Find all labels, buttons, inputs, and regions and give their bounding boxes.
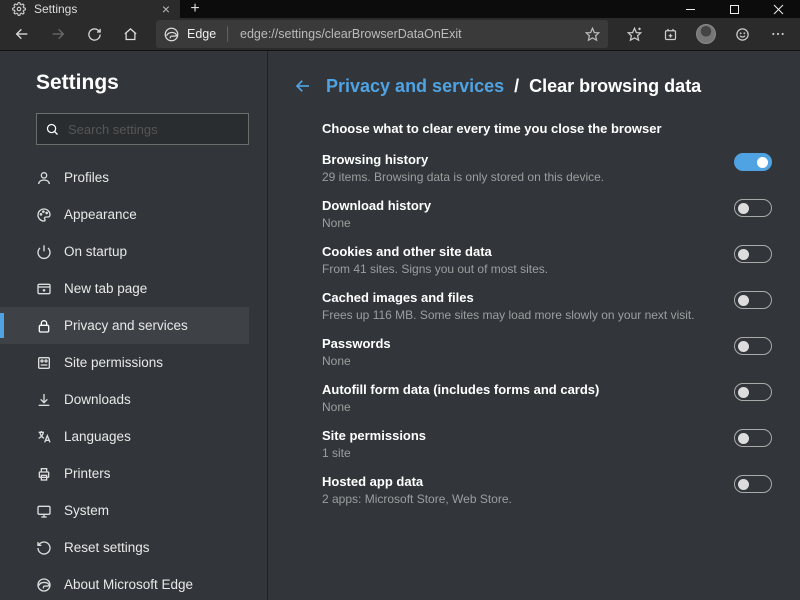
close-window-button[interactable]: [756, 0, 800, 18]
sidebar-item-reset[interactable]: Reset settings: [0, 529, 249, 566]
option-toggle[interactable]: [734, 245, 772, 263]
gear-icon: [12, 2, 26, 16]
option-toggle[interactable]: [734, 429, 772, 447]
favorites-button[interactable]: [618, 18, 650, 50]
settings-sidebar: Settings Profiles Appearance On startup …: [0, 51, 268, 600]
settings-nav: Profiles Appearance On startup New tab p…: [0, 159, 249, 600]
breadcrumb-back-button[interactable]: [290, 73, 316, 99]
sidebar-item-downloads[interactable]: Downloads: [0, 381, 249, 418]
option-title: Cookies and other site data: [322, 244, 714, 259]
option-desc: None: [322, 216, 714, 230]
power-icon: [36, 244, 52, 260]
option-toggle[interactable]: [734, 153, 772, 171]
sidebar-item-languages[interactable]: Languages: [0, 418, 249, 455]
feedback-button[interactable]: [726, 18, 758, 50]
option-row: Browsing history 29 items. Browsing data …: [322, 152, 772, 184]
option-row: Cached images and files Frees up 116 MB. …: [322, 290, 772, 322]
breadcrumb: Privacy and services / Clear browsing da…: [290, 73, 772, 99]
sidebar-item-profiles[interactable]: Profiles: [0, 159, 249, 196]
system-icon: [36, 503, 52, 519]
avatar-icon: [696, 24, 716, 44]
edge-icon: [36, 577, 52, 593]
breadcrumb-parent[interactable]: Privacy and services: [326, 76, 504, 97]
option-toggle[interactable]: [734, 199, 772, 217]
settings-main: Privacy and services / Clear browsing da…: [268, 51, 800, 600]
sidebar-item-privacy[interactable]: Privacy and services: [0, 307, 249, 344]
option-desc: Frees up 116 MB. Some sites may load mor…: [322, 308, 714, 322]
close-tab-icon[interactable]: ×: [162, 1, 170, 17]
edge-logo-icon: [164, 27, 179, 42]
sidebar-item-sitepermissions[interactable]: Site permissions: [0, 344, 249, 381]
option-desc: None: [322, 400, 714, 414]
search-input[interactable]: [68, 122, 244, 137]
sidebar-item-printers[interactable]: Printers: [0, 455, 249, 492]
settings-content: Settings Profiles Appearance On startup …: [0, 51, 800, 600]
browser-window: Settings × + Edge │ edge://settings/clea…: [0, 0, 800, 600]
section-subhead: Choose what to clear every time you clos…: [322, 121, 772, 136]
address-brand: Edge: [187, 27, 216, 41]
star-outline-icon[interactable]: [585, 27, 600, 42]
option-row: Passwords None: [322, 336, 772, 368]
option-desc: From 41 sites. Signs you out of most sit…: [322, 262, 714, 276]
back-button[interactable]: [6, 18, 38, 50]
profile-icon: [36, 170, 52, 186]
option-title: Site permissions: [322, 428, 714, 443]
option-row: Site permissions 1 site: [322, 428, 772, 460]
option-toggle[interactable]: [734, 291, 772, 309]
address-bar[interactable]: Edge │ edge://settings/clearBrowserDataO…: [156, 20, 608, 48]
collections-button[interactable]: [654, 18, 686, 50]
option-row: Download history None: [322, 198, 772, 230]
printer-icon: [36, 466, 52, 482]
address-url: edge://settings/clearBrowserDataOnExit: [240, 27, 577, 41]
download-icon: [36, 392, 52, 408]
option-desc: 1 site: [322, 446, 714, 460]
breadcrumb-separator: /: [514, 76, 519, 97]
option-title: Download history: [322, 198, 714, 213]
option-desc: None: [322, 354, 714, 368]
permissions-icon: [36, 355, 52, 371]
breadcrumb-current: Clear browsing data: [529, 76, 701, 97]
search-icon: [45, 122, 60, 137]
palette-icon: [36, 207, 52, 223]
reset-icon: [36, 540, 52, 556]
profile-button[interactable]: [690, 18, 722, 50]
option-row: Autofill form data (includes forms and c…: [322, 382, 772, 414]
sidebar-item-onstartup[interactable]: On startup: [0, 233, 249, 270]
lock-icon: [36, 318, 52, 334]
sidebar-item-system[interactable]: System: [0, 492, 249, 529]
language-icon: [36, 429, 52, 445]
sidebar-item-about[interactable]: About Microsoft Edge: [0, 566, 249, 600]
option-title: Autofill form data (includes forms and c…: [322, 382, 714, 397]
new-tab-button[interactable]: +: [180, 0, 210, 18]
option-title: Passwords: [322, 336, 714, 351]
newtab-icon: [36, 281, 52, 297]
option-title: Browsing history: [322, 152, 714, 167]
option-desc: 29 items. Browsing data is only stored o…: [322, 170, 714, 184]
sidebar-item-appearance[interactable]: Appearance: [0, 196, 249, 233]
maximize-button[interactable]: [712, 0, 756, 18]
option-row: Cookies and other site data From 41 sites…: [322, 244, 772, 276]
more-button[interactable]: [762, 18, 794, 50]
option-desc: 2 apps: Microsoft Store, Web Store.: [322, 492, 714, 506]
refresh-button[interactable]: [78, 18, 110, 50]
option-toggle[interactable]: [734, 383, 772, 401]
sidebar-heading: Settings: [36, 71, 249, 95]
titlebar: Settings × +: [0, 0, 800, 18]
forward-button[interactable]: [42, 18, 74, 50]
sidebar-item-newtab[interactable]: New tab page: [0, 270, 249, 307]
window-controls: [668, 0, 800, 18]
option-row: Hosted app data 2 apps: Microsoft Store, …: [322, 474, 772, 506]
minimize-button[interactable]: [668, 0, 712, 18]
option-toggle[interactable]: [734, 475, 772, 493]
option-title: Cached images and files: [322, 290, 714, 305]
option-toggle[interactable]: [734, 337, 772, 355]
option-title: Hosted app data: [322, 474, 714, 489]
toolbar: Edge │ edge://settings/clearBrowserDataO…: [0, 18, 800, 51]
browser-tab[interactable]: Settings ×: [0, 0, 180, 18]
options-list: Browsing history 29 items. Browsing data …: [322, 152, 772, 506]
tab-title: Settings: [34, 2, 77, 16]
settings-search[interactable]: [36, 113, 249, 145]
home-button[interactable]: [114, 18, 146, 50]
